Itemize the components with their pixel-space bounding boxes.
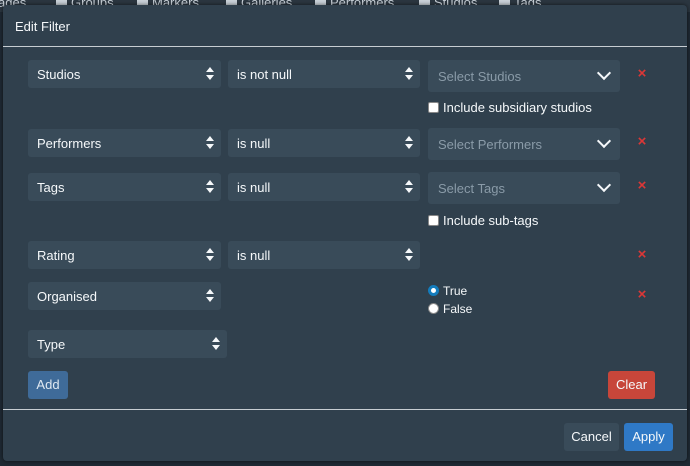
cancel-button[interactable]: Cancel bbox=[564, 423, 619, 451]
performers-picker[interactable]: Select Performers bbox=[428, 128, 620, 160]
header-divider bbox=[3, 46, 687, 47]
checkbox-box[interactable] bbox=[428, 215, 439, 226]
criterion-field-select-rating[interactable]: Rating bbox=[28, 241, 221, 269]
radio-unselected[interactable] bbox=[428, 303, 439, 314]
studios-picker-placeholder: Select Studios bbox=[438, 69, 522, 84]
select-arrows-icon bbox=[206, 289, 214, 303]
criterion-field-select-organised[interactable]: Organised bbox=[28, 282, 221, 310]
checkbox-label: Include sub-tags bbox=[443, 213, 539, 228]
include-subsidiary-studios-checkbox[interactable]: Include subsidiary studios bbox=[428, 100, 592, 115]
checkbox-box[interactable] bbox=[428, 102, 439, 113]
select-arrows-icon bbox=[405, 67, 413, 81]
tags-picker[interactable]: Select Tags bbox=[428, 172, 620, 204]
remove-criterion-studios-icon[interactable]: × bbox=[635, 66, 649, 81]
performers-picker-placeholder: Select Performers bbox=[438, 137, 543, 152]
studios-picker[interactable]: Select Studios bbox=[428, 60, 620, 92]
criterion-field-value: Studios bbox=[37, 67, 81, 82]
include-sub-tags-checkbox[interactable]: Include sub-tags bbox=[428, 213, 538, 228]
modal-title: Edit Filter bbox=[15, 19, 70, 34]
select-arrows-icon bbox=[405, 248, 413, 262]
footer-divider bbox=[3, 409, 687, 410]
criterion-modifier-value: is null bbox=[237, 180, 271, 195]
criterion-modifier-select-rating[interactable]: is null bbox=[228, 241, 420, 269]
select-arrows-icon bbox=[212, 337, 220, 351]
new-criterion-type-select[interactable]: Type bbox=[28, 330, 227, 358]
select-arrows-icon bbox=[206, 248, 214, 262]
radio-label-true: True bbox=[443, 284, 468, 298]
organised-radio-false[interactable]: False bbox=[428, 302, 472, 316]
edit-filter-modal: Edit Filter Studios is not null Select S… bbox=[3, 5, 687, 461]
criterion-modifier-select-tags[interactable]: is null bbox=[228, 173, 420, 201]
chevron-down-icon bbox=[596, 133, 612, 149]
checkbox-label: Include subsidiary studios bbox=[443, 100, 592, 115]
chevron-down-icon bbox=[596, 65, 612, 81]
criterion-field-select-studios[interactable]: Studios bbox=[28, 60, 221, 88]
remove-criterion-organised-icon[interactable]: × bbox=[635, 287, 649, 302]
criterion-modifier-value: is not null bbox=[237, 67, 292, 82]
select-arrows-icon bbox=[206, 67, 214, 81]
criterion-field-select-tags[interactable]: Tags bbox=[28, 173, 221, 201]
new-criterion-type-value: Type bbox=[37, 337, 66, 352]
criterion-field-value: Organised bbox=[37, 289, 97, 304]
remove-criterion-rating-icon[interactable]: × bbox=[635, 247, 649, 262]
select-arrows-icon bbox=[206, 180, 214, 194]
criterion-field-value: Rating bbox=[37, 248, 75, 263]
organised-radio-true[interactable]: True bbox=[428, 284, 467, 298]
criterion-modifier-select-performers[interactable]: is null bbox=[228, 129, 420, 157]
tags-picker-placeholder: Select Tags bbox=[438, 181, 505, 196]
remove-criterion-tags-icon[interactable]: × bbox=[635, 178, 649, 193]
select-arrows-icon bbox=[206, 136, 214, 150]
criterion-field-value: Tags bbox=[37, 180, 65, 195]
apply-button[interactable]: Apply bbox=[624, 423, 673, 451]
remove-criterion-performers-icon[interactable]: × bbox=[635, 134, 649, 149]
criterion-modifier-value: is null bbox=[237, 136, 271, 151]
radio-label-false: False bbox=[443, 302, 473, 316]
add-button[interactable]: Add bbox=[28, 371, 68, 399]
select-arrows-icon bbox=[405, 180, 413, 194]
criterion-field-value: Performers bbox=[37, 136, 102, 151]
radio-selected[interactable] bbox=[428, 285, 439, 296]
select-arrows-icon bbox=[405, 136, 413, 150]
criterion-modifier-select-studios[interactable]: is not null bbox=[228, 60, 420, 88]
clear-button[interactable]: Clear bbox=[608, 371, 655, 399]
chevron-down-icon bbox=[596, 177, 612, 193]
criterion-field-select-performers[interactable]: Performers bbox=[28, 129, 221, 157]
criterion-modifier-value: is null bbox=[237, 248, 271, 263]
